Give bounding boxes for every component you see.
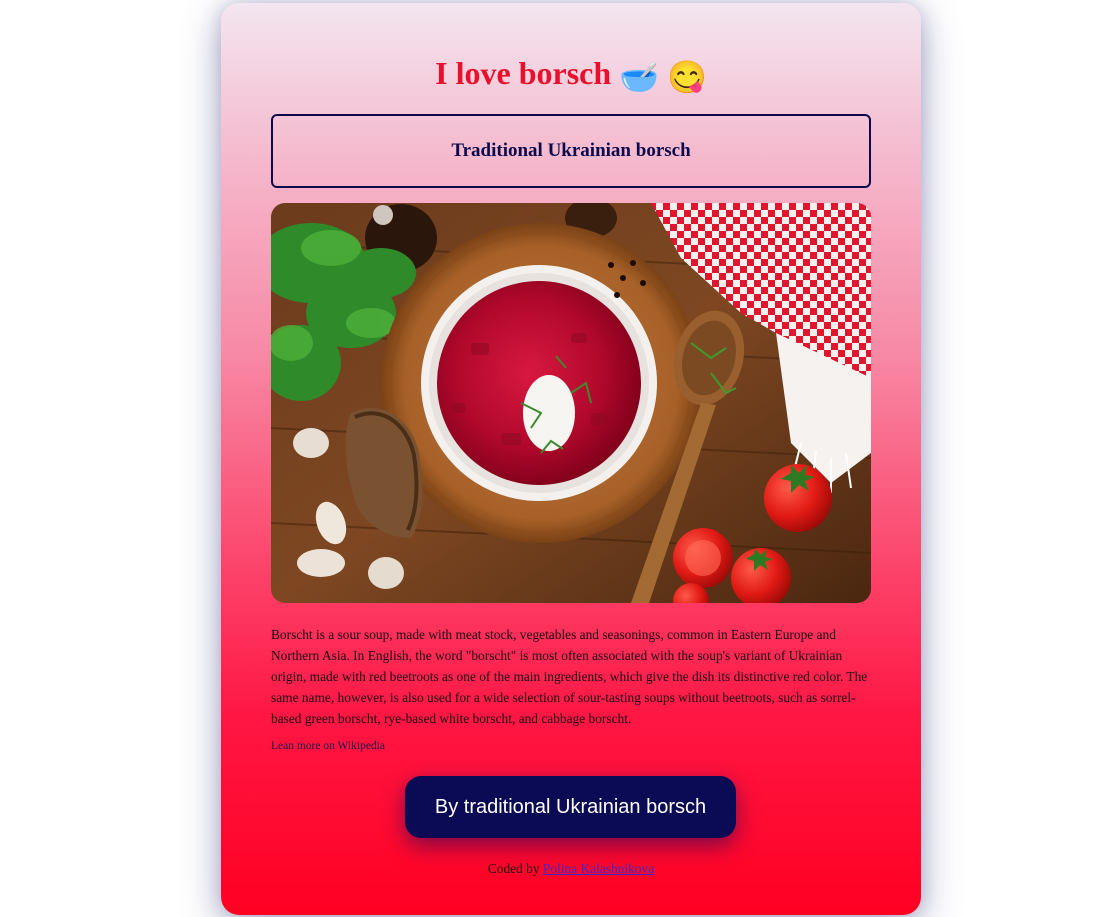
- page-title: I love borsch 🥣 😋: [221, 53, 921, 97]
- main-card: I love borsch 🥣 😋 Traditional Ukrainian bo…: [221, 3, 921, 915]
- borsch-description: Borscht is a sour soup, made with meat s…: [271, 627, 868, 726]
- borsch-photo: [271, 203, 871, 603]
- author-link[interactable]: Polina Kalashnikova: [543, 861, 654, 876]
- footer-prefix: Coded by: [487, 861, 540, 876]
- yum-face-icon: 😋: [667, 58, 707, 95]
- subtitle: Traditional Ukrainian borsch: [451, 140, 691, 161]
- subtitle-box: Traditional Ukrainian borsch: [271, 114, 871, 188]
- wikipedia-link[interactable]: Lean more on Wikipedia: [271, 740, 385, 752]
- page-title-text: I love borsch: [435, 55, 612, 91]
- footer: Coded by Polina Kalashnikova: [221, 861, 921, 877]
- buy-borsch-button[interactable]: By traditional Ukrainian borsch: [405, 776, 736, 838]
- soup-bowl-icon: 🥣: [619, 58, 659, 95]
